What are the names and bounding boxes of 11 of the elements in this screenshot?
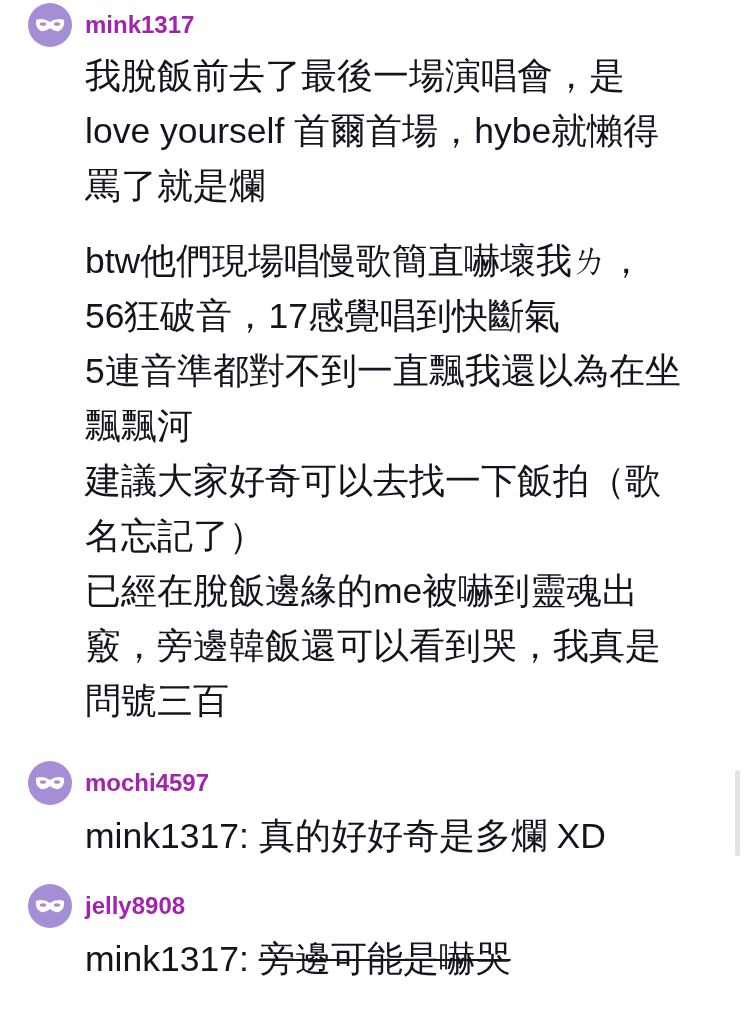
reply-text: mink1317: 真的好好奇是多爛 XD <box>85 815 606 858</box>
comment-text: 我脫飯前去了最後一場演唱會，是 love yourself 首爾首場，hybe就懶得 罵了就是爛 <box>85 55 661 208</box>
username[interactable]: mochi4597 <box>85 769 210 797</box>
mask-avatar-icon <box>28 884 72 928</box>
username[interactable]: jelly8908 <box>85 892 186 920</box>
username[interactable]: mink1317 <box>85 11 195 39</box>
scrollbar[interactable] <box>735 770 740 856</box>
mask-avatar-icon <box>28 761 72 805</box>
reply-text: mink1317: 旁邊可能是嚇哭 <box>85 938 511 981</box>
mask-avatar-icon <box>28 3 72 47</box>
comment-text: btw他們現場唱慢歌簡直嚇壞我ㄌ， 56狂破音，17感覺唱到快斷氣 5連音準都對不到一直飄我還以為在坐 飄飄河 建議大家好奇可以去找一下飯拍（歌 名忘記了） 已經在脫飯邊緣的me被嚇到靈魂出 竅，旁邊韓飯還可以看到哭，我真是 問號三百 <box>85 240 682 723</box>
